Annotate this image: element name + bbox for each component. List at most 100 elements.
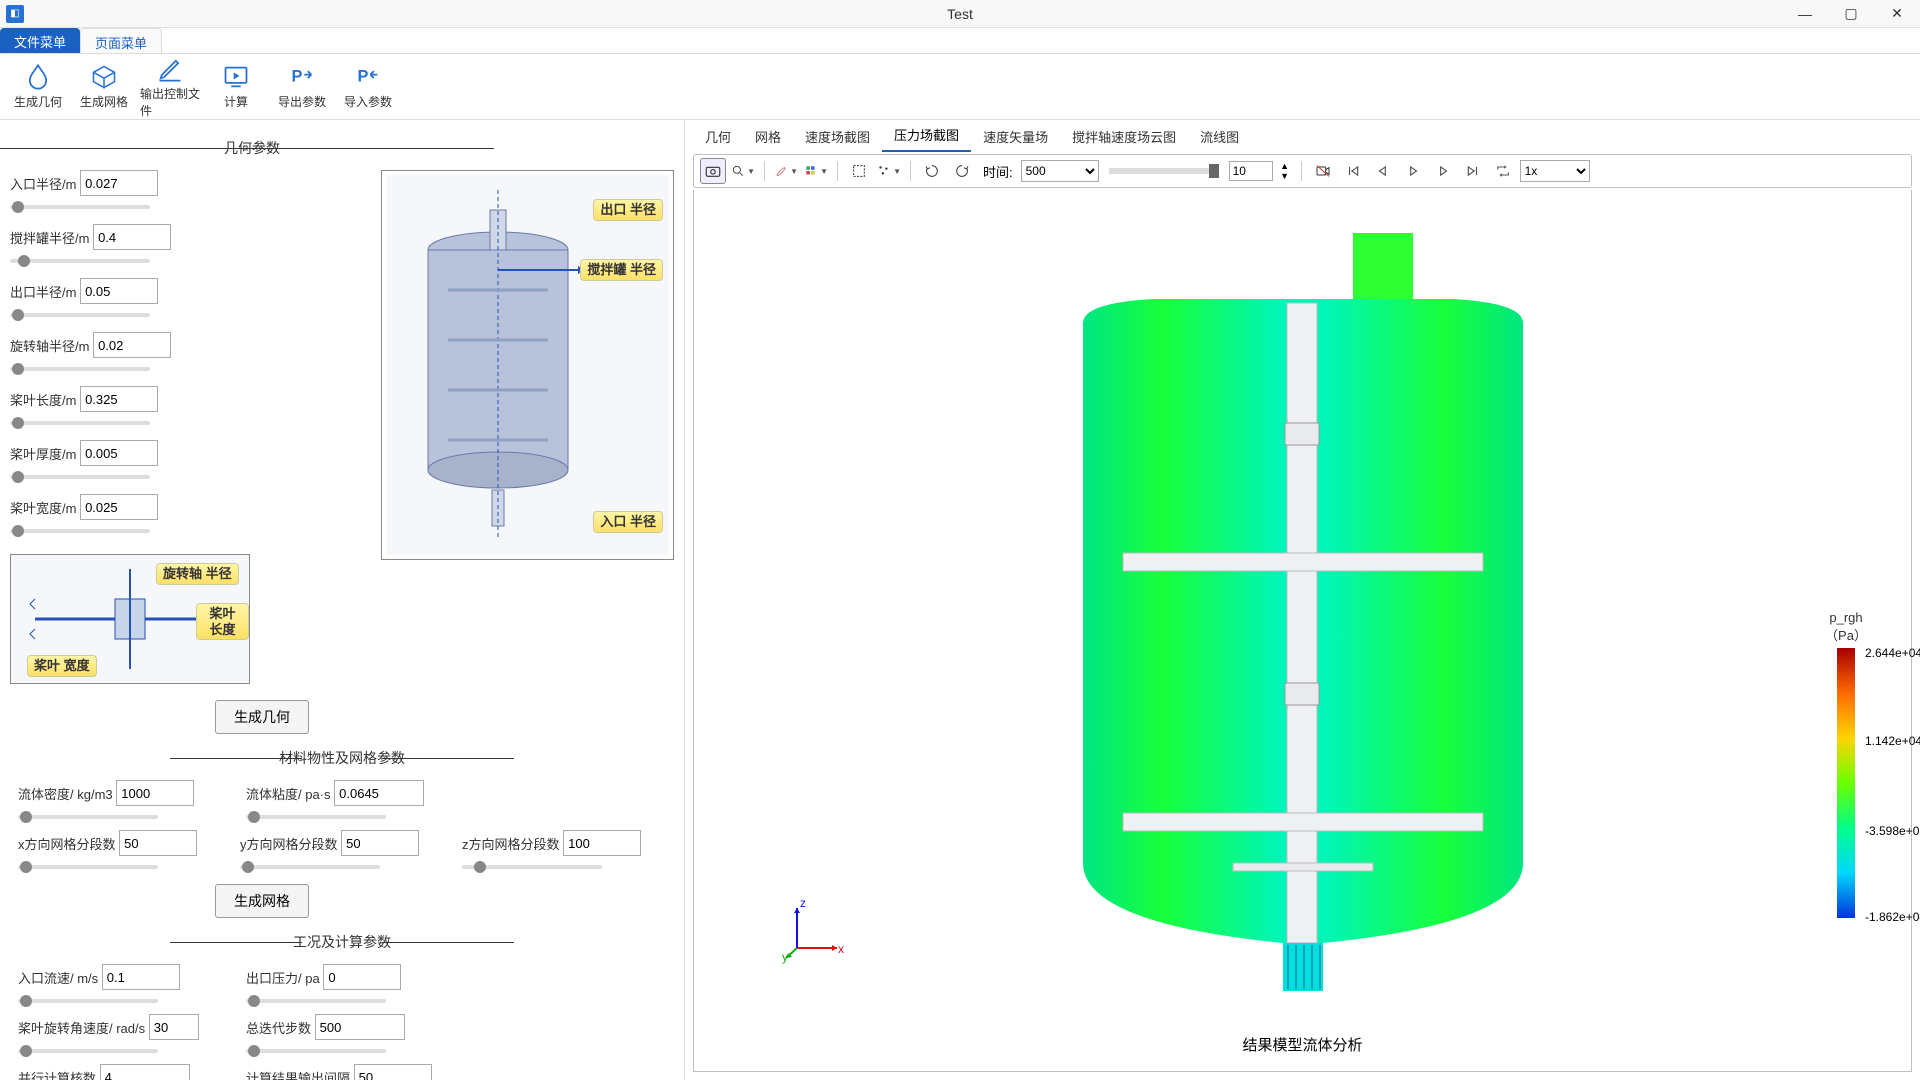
brush-icon[interactable]: ▼ [773, 158, 799, 184]
parameter-panel: 几何参数 入口半径/m 搅拌罐半径/m 出口半径/m [0, 120, 684, 1080]
inlet-velocity-slider[interactable] [18, 994, 158, 1008]
outlet-pressure-input[interactable] [323, 964, 401, 990]
angular-velocity-slider[interactable] [18, 1044, 158, 1058]
nz-label: z方向网格分段数 [462, 834, 560, 853]
output-interval-input[interactable] [354, 1064, 432, 1080]
tab-page-menu[interactable]: 页面菜单 [80, 28, 162, 53]
blade-width-slider[interactable] [10, 524, 150, 538]
time-label: 时间: [983, 162, 1013, 181]
gen-geometry-button[interactable]: 生成几何 [8, 58, 68, 116]
generate-mesh-button[interactable]: 生成网格 [215, 884, 309, 918]
density-input[interactable] [116, 780, 194, 806]
tank-radius-slider[interactable] [10, 254, 150, 268]
inlet-velocity-label: 入口流速/ m/s [18, 968, 98, 987]
viscosity-input[interactable] [334, 780, 424, 806]
zoom-icon[interactable]: ▼ [730, 158, 756, 184]
angular-velocity-input[interactable] [149, 1014, 199, 1040]
import-icon: P [354, 63, 382, 91]
total-iterations-input[interactable] [315, 1014, 405, 1040]
record-icon[interactable] [1310, 158, 1336, 184]
palette-icon[interactable]: ▼ [803, 158, 829, 184]
first-frame-icon[interactable] [1340, 158, 1366, 184]
rotate-right-icon[interactable] [949, 158, 975, 184]
nz-input[interactable] [563, 830, 641, 856]
compute-button[interactable]: 计算 [206, 58, 266, 116]
play-screen-icon [222, 63, 250, 91]
loop-icon[interactable] [1490, 158, 1516, 184]
minimize-button[interactable]: — [1782, 0, 1828, 28]
inlet-radius-slider[interactable] [10, 200, 150, 214]
import-params-button[interactable]: P 导入参数 [338, 58, 398, 116]
blade-thickness-input[interactable] [80, 440, 158, 466]
blade-thickness-slider[interactable] [10, 470, 150, 484]
total-iterations-label: 总迭代步数 [246, 1018, 311, 1037]
shaft-radius-slider[interactable] [10, 362, 150, 376]
tab-velocity-vector[interactable]: 速度矢量场 [971, 121, 1060, 152]
shaft-radius-label: 旋转轴半径/m [10, 336, 89, 355]
blade-length-input[interactable] [80, 386, 158, 412]
density-label: 流体密度/ kg/m3 [18, 784, 113, 803]
outlet-radius-slider[interactable] [10, 308, 150, 322]
tab-geometry[interactable]: 几何 [693, 121, 743, 152]
toolbar-label: 输出控制文件 [140, 85, 200, 119]
next-frame-icon[interactable] [1430, 158, 1456, 184]
step-input[interactable] [1229, 161, 1273, 181]
generate-geometry-button[interactable]: 生成几何 [215, 700, 309, 734]
output-interval-label: 计算结果输出间隔 [246, 1068, 350, 1080]
blade-width-input[interactable] [80, 494, 158, 520]
camera-icon[interactable] [700, 158, 726, 184]
last-frame-icon[interactable] [1460, 158, 1486, 184]
inlet-velocity-input[interactable] [102, 964, 180, 990]
callout-outlet-radius: 出口 半径 [593, 199, 663, 221]
export-params-button[interactable]: P 导出参数 [272, 58, 332, 116]
callout-tank-radius: 搅拌罐 半径 [580, 259, 663, 281]
tab-velocity-slice[interactable]: 速度场截图 [793, 121, 882, 152]
outlet-pressure-slider[interactable] [246, 994, 386, 1008]
density-slider[interactable] [18, 810, 158, 824]
play-icon[interactable] [1400, 158, 1426, 184]
ny-slider[interactable] [240, 860, 380, 874]
pressure-contour [1023, 223, 1583, 1003]
tab-mesh[interactable]: 网格 [743, 121, 793, 152]
total-iterations-slider[interactable] [246, 1044, 386, 1058]
section-material: 材料物性及网格参数 [10, 748, 674, 768]
ny-input[interactable] [341, 830, 419, 856]
gen-mesh-button[interactable]: 生成网格 [74, 58, 134, 116]
step-up-down-icon[interactable]: ▲▼ [1277, 158, 1293, 184]
callout-shaft-radius: 旋转轴 半径 [156, 563, 239, 585]
nx-input[interactable] [119, 830, 197, 856]
speed-select[interactable]: 1x [1520, 160, 1590, 182]
pen-icon [156, 55, 184, 83]
app-icon: ◧ [6, 5, 24, 23]
outlet-radius-input[interactable] [80, 278, 158, 304]
tank-radius-input[interactable] [93, 224, 171, 250]
tab-file-menu[interactable]: 文件菜单 [0, 28, 80, 53]
parallel-cores-input[interactable] [100, 1064, 190, 1080]
rotate-left-icon[interactable] [919, 158, 945, 184]
tab-shaft-velocity[interactable]: 搅拌轴速度场云图 [1060, 121, 1188, 152]
shaft-radius-input[interactable] [93, 332, 171, 358]
nx-slider[interactable] [18, 860, 158, 874]
blade-length-label: 桨叶长度/m [10, 390, 76, 409]
close-button[interactable]: ✕ [1874, 0, 1920, 28]
prev-frame-icon[interactable] [1370, 158, 1396, 184]
color-legend: p_rgh （Pa） 2.644e+04 1.142e+04 -3.598e+0… [1791, 610, 1901, 922]
viscosity-slider[interactable] [246, 810, 386, 824]
box-select-icon[interactable] [846, 158, 872, 184]
point-select-icon[interactable]: ▼ [876, 158, 902, 184]
tab-streamlines[interactable]: 流线图 [1188, 121, 1251, 152]
maximize-button[interactable]: ▢ [1828, 0, 1874, 28]
output-control-file-button[interactable]: 输出控制文件 [140, 58, 200, 116]
droplet-icon [24, 63, 52, 91]
tab-pressure-slice[interactable]: 压力场截图 [882, 119, 971, 152]
title-bar: ◧ Test — ▢ ✕ [0, 0, 1920, 28]
inlet-radius-input[interactable] [80, 170, 158, 196]
viz-canvas[interactable]: x y z 结果模型流体分析 p_rgh （Pa） 2.644e+04 1.14… [693, 190, 1912, 1072]
svg-text:P: P [292, 68, 303, 86]
nz-slider[interactable] [462, 860, 602, 874]
time-slider[interactable] [1109, 168, 1219, 174]
section-calc: 工况及计算参数 [10, 932, 674, 952]
blade-length-slider[interactable] [10, 416, 150, 430]
toolbar-label: 导入参数 [344, 93, 392, 110]
time-select[interactable]: 500 [1021, 160, 1099, 182]
